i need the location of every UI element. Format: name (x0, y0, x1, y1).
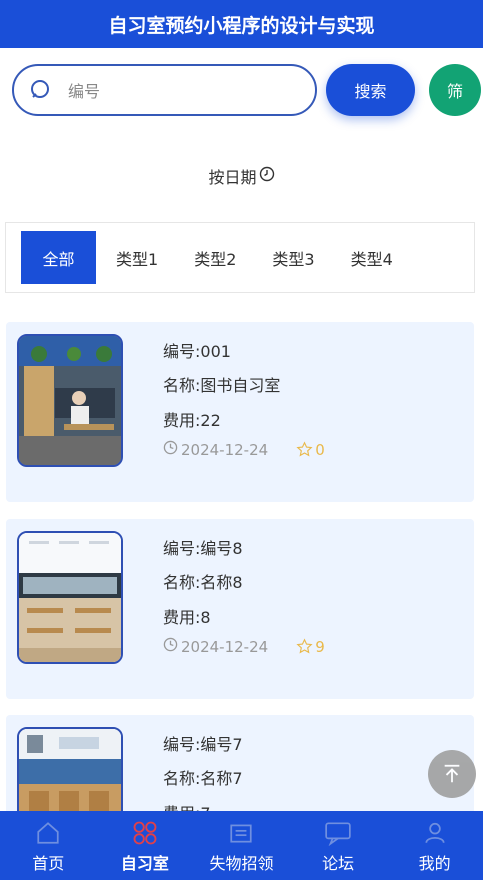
clock-icon (259, 166, 275, 186)
room-thumbnail (17, 334, 123, 467)
clock-icon (163, 440, 178, 459)
tab-type1[interactable]: 类型1 (100, 231, 174, 284)
room-code: 编号:001 (163, 342, 231, 361)
category-tabs: 全部 类型1 类型2 类型3 类型4 (5, 222, 475, 293)
room-code: 编号:编号7 (163, 735, 243, 754)
room-card[interactable]: 编号:001 名称:图书自习室 费用:22 2024-12-24 0 (6, 322, 474, 502)
nav-label: 我的 (418, 854, 451, 873)
lost-found-icon (226, 818, 256, 848)
nav-label: 首页 (32, 854, 65, 873)
room-name: 名称:名称7 (163, 769, 243, 788)
room-fee: 费用:8 (163, 608, 211, 627)
star-icon (296, 441, 313, 457)
forum-icon (323, 818, 353, 848)
arrow-up-icon (444, 764, 460, 783)
page-title: 自习室预约小程序的设计与实现 (0, 0, 483, 48)
tab-type2[interactable]: 类型2 (178, 231, 252, 284)
nav-forum[interactable]: 论坛 (290, 811, 387, 880)
date-filter-label: 按日期 (208, 168, 257, 187)
back-to-top-button[interactable] (428, 750, 476, 798)
home-icon (33, 818, 63, 848)
favorite-count-value: 9 (315, 637, 325, 656)
tab-type4[interactable]: 类型4 (335, 231, 409, 284)
nav-profile[interactable]: 我的 (386, 811, 483, 880)
room-code: 编号:编号8 (163, 539, 243, 558)
date-filter[interactable]: 按日期 (0, 160, 483, 192)
user-icon (420, 818, 450, 848)
favorite-count[interactable]: 9 (296, 638, 325, 656)
nav-home[interactable]: 首页 (0, 811, 97, 880)
search-button[interactable]: 搜索 (326, 64, 415, 116)
filter-button[interactable]: 筛 (429, 64, 481, 116)
room-meta: 2024-12-24 0 (163, 440, 325, 459)
search-placeholder: 编号 (68, 82, 101, 101)
nav-label: 论坛 (322, 854, 355, 873)
favorite-count-value: 0 (315, 440, 325, 459)
tab-all[interactable]: 全部 (21, 231, 96, 284)
favorite-count[interactable]: 0 (296, 441, 325, 459)
study-room-icon (130, 818, 160, 848)
nav-label: 失物招领 (209, 854, 274, 873)
nav-lost-found[interactable]: 失物招领 (193, 811, 290, 880)
room-date: 2024-12-24 (181, 440, 269, 459)
bottom-nav: 首页 自习室 失物招领 论坛 我的 (0, 811, 483, 880)
nav-label: 自习室 (120, 854, 169, 873)
room-card[interactable]: 编号:编号8 名称:名称8 费用:8 2024-12-24 9 (6, 519, 474, 699)
clock-icon (163, 637, 178, 656)
room-fee: 费用:22 (163, 411, 221, 430)
room-meta: 2024-12-24 9 (163, 637, 325, 656)
room-date: 2024-12-24 (181, 637, 269, 656)
nav-study-room[interactable]: 自习室 (97, 811, 194, 880)
room-name: 名称:名称8 (163, 573, 243, 592)
tab-type3[interactable]: 类型3 (256, 231, 330, 284)
search-input[interactable]: 编号 (12, 64, 317, 116)
search-icon (28, 77, 54, 103)
star-icon (296, 638, 313, 654)
room-name: 名称:图书自习室 (163, 376, 281, 395)
room-thumbnail (17, 531, 123, 664)
